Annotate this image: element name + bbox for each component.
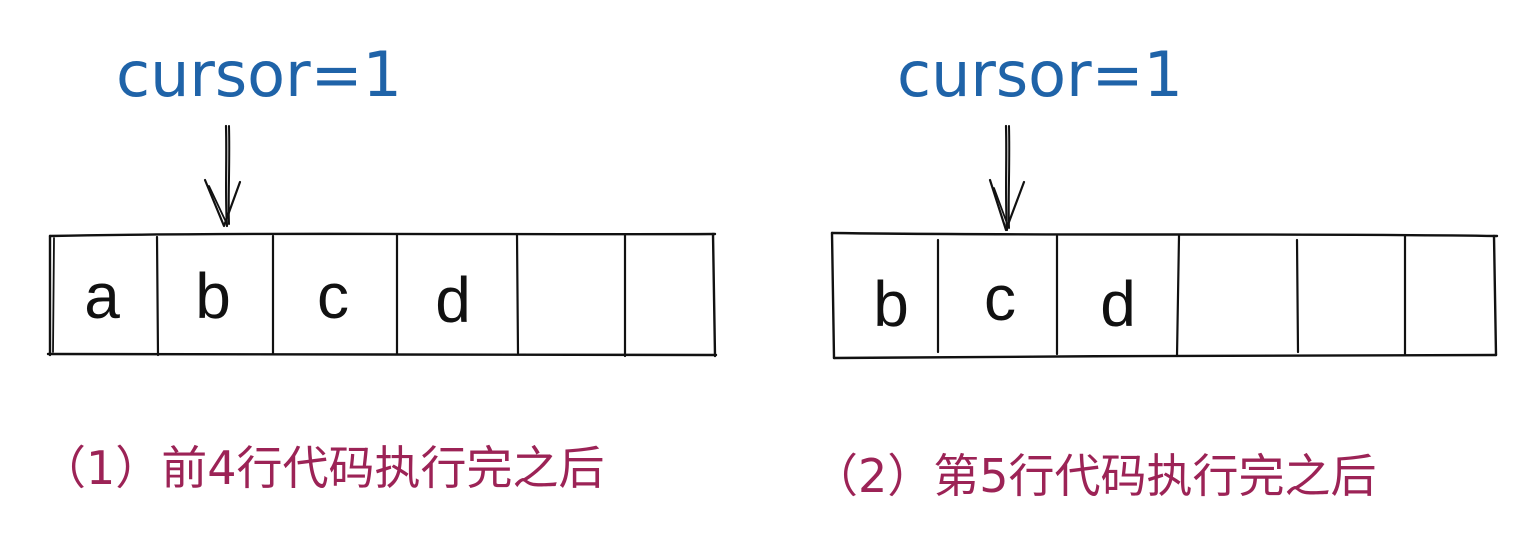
panel-2: cursor=1 b c d （2）第5行代码执行完之后 (812, 38, 1499, 503)
panel-1-cursor-label: cursor=1 (116, 38, 402, 111)
panel-1-cell-2: c (317, 260, 349, 332)
panel-1-cell-0: a (84, 260, 120, 332)
panel-2-cursor-arrow-icon (988, 124, 1026, 232)
panel-1-cursor-arrow-icon (203, 124, 242, 228)
diagram: cursor=1 a b c d （1）前4行代码执行完之后 cursor=1 … (40, 38, 1499, 503)
panel-2-cursor-label: cursor=1 (897, 38, 1183, 111)
panel-1-array (46, 232, 718, 358)
panel-2-cell-0: b (873, 268, 909, 340)
panel-2-cell-1: c (984, 262, 1016, 334)
panel-1: cursor=1 a b c d （1）前4行代码执行完之后 (40, 38, 718, 495)
panel-1-cell-3: d (435, 264, 471, 336)
panel-2-array (830, 231, 1499, 360)
panel-1-cell-1: b (195, 260, 231, 332)
panel-2-cell-2: d (1100, 268, 1136, 340)
panel-1-caption: （1）前4行代码执行完之后 (40, 441, 605, 495)
panel-2-caption: （2）第5行代码执行完之后 (812, 449, 1377, 503)
